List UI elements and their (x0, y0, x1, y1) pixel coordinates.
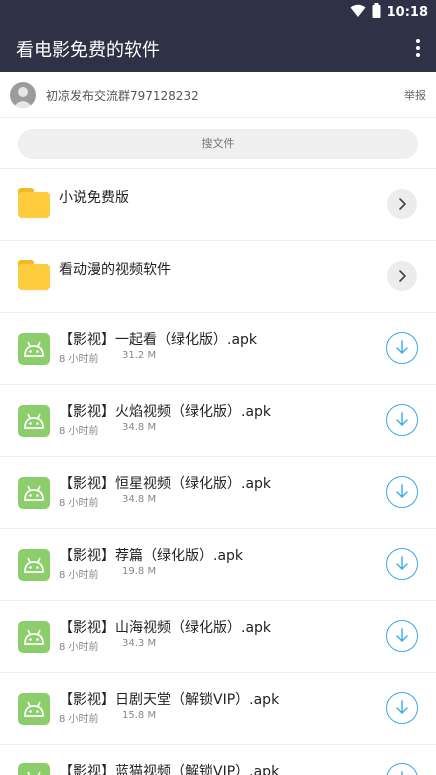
file-item[interactable]: 【影视】日剧天堂（解锁VIP）.apk 8 小时前 15.8 M (0, 673, 436, 745)
file-name: 【影视】荐篇（绿化版）.apk (59, 548, 244, 564)
download-icon[interactable] (386, 404, 418, 436)
file-name: 【影视】恒星视频（绿化版）.apk (59, 476, 272, 492)
download-icon[interactable] (386, 763, 418, 775)
file-name: 【影视】山海视频（绿化版）.apk (59, 620, 272, 636)
android-icon (18, 621, 50, 653)
file-item[interactable]: 【影视】恒星视频（绿化版）.apk 8 小时前 34.8 M (0, 457, 436, 529)
download-icon[interactable] (386, 332, 418, 364)
page-title: 看电影免费的软件 (16, 40, 160, 61)
file-time: 8 小时前 (59, 426, 99, 437)
file-time: 8 小时前 (59, 714, 99, 725)
wifi-icon (350, 3, 366, 22)
folder-icon (18, 188, 50, 218)
search-input[interactable]: 搜文件 (18, 129, 418, 159)
search-bar: 搜文件 (0, 118, 436, 169)
android-icon (18, 333, 50, 365)
owner-row: 初凉发布交流群797128232 举报 (0, 72, 436, 118)
download-icon[interactable] (386, 692, 418, 724)
file-time: 8 小时前 (59, 570, 99, 581)
file-size: 34.8 M (122, 422, 157, 433)
file-item[interactable]: 【影视】蓝猫视频（解锁VIP）.apk (0, 745, 436, 775)
file-item[interactable]: 【影视】荐篇（绿化版）.apk 8 小时前 19.8 M (0, 529, 436, 601)
folder-name: 小说免费版 (59, 190, 129, 206)
more-vert-icon[interactable] (410, 36, 426, 60)
battery-icon (372, 3, 381, 22)
file-size: 34.8 M (122, 494, 157, 505)
report-link[interactable]: 举报 (404, 87, 426, 103)
file-item[interactable]: 【影视】一起看（绿化版）.apk 8 小时前 31.2 M (0, 313, 436, 385)
file-name: 【影视】日剧天堂（解锁VIP）.apk (59, 692, 280, 708)
folder-item[interactable]: 看动漫的视频软件 (0, 241, 436, 313)
status-time: 10:18 (386, 5, 428, 20)
file-size: 19.8 M (122, 566, 157, 577)
file-item[interactable]: 【影视】山海视频（绿化版）.apk 8 小时前 34.3 M (0, 601, 436, 673)
download-icon[interactable] (386, 548, 418, 580)
file-size: 34.3 M (122, 638, 157, 649)
android-icon (18, 549, 50, 581)
status-bar: 10:18 (0, 0, 436, 24)
avatar[interactable] (10, 82, 36, 108)
file-name: 【影视】火焰视频（绿化版）.apk (59, 404, 272, 420)
app-bar: 看电影免费的软件 (0, 24, 436, 72)
folder-icon (18, 260, 50, 290)
file-time: 8 小时前 (59, 354, 99, 365)
file-time: 8 小时前 (59, 498, 99, 509)
chevron-right-icon[interactable] (387, 189, 417, 219)
android-icon (18, 763, 50, 775)
download-icon[interactable] (386, 476, 418, 508)
folder-item[interactable]: 小说免费版 (0, 169, 436, 241)
file-time: 8 小时前 (59, 642, 99, 653)
download-icon[interactable] (386, 620, 418, 652)
status-icons: 10:18 (350, 3, 428, 22)
file-size: 15.8 M (122, 710, 157, 721)
file-item[interactable]: 【影视】火焰视频（绿化版）.apk 8 小时前 34.8 M (0, 385, 436, 457)
file-size: 31.2 M (122, 350, 157, 361)
android-icon (18, 405, 50, 437)
file-name: 【影视】蓝猫视频（解锁VIP）.apk (59, 764, 280, 775)
file-name: 【影视】一起看（绿化版）.apk (59, 332, 258, 348)
android-icon (18, 477, 50, 509)
android-icon (18, 693, 50, 725)
owner-name[interactable]: 初凉发布交流群797128232 (46, 87, 199, 104)
folder-name: 看动漫的视频软件 (59, 262, 171, 278)
chevron-right-icon[interactable] (387, 261, 417, 291)
